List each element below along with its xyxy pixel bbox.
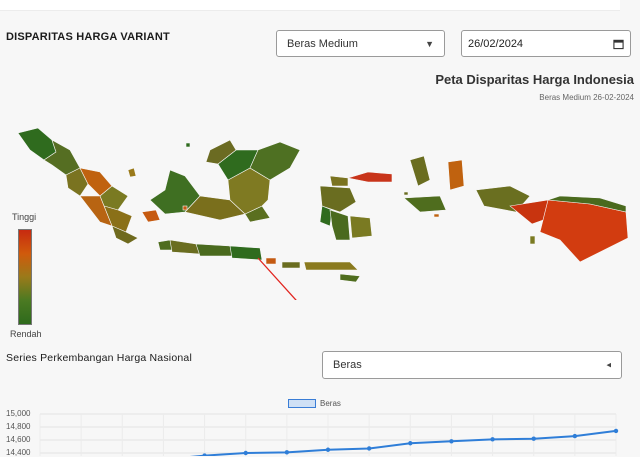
data-point — [572, 433, 578, 439]
data-point — [284, 450, 290, 455]
data-point — [449, 439, 454, 444]
data-point — [408, 441, 413, 446]
data-point — [366, 446, 372, 451]
data-point — [613, 428, 619, 434]
data-point — [325, 447, 331, 452]
data-point — [531, 436, 536, 441]
data-point — [490, 437, 495, 442]
data-point — [243, 450, 248, 456]
price-chart — [39, 413, 619, 456]
